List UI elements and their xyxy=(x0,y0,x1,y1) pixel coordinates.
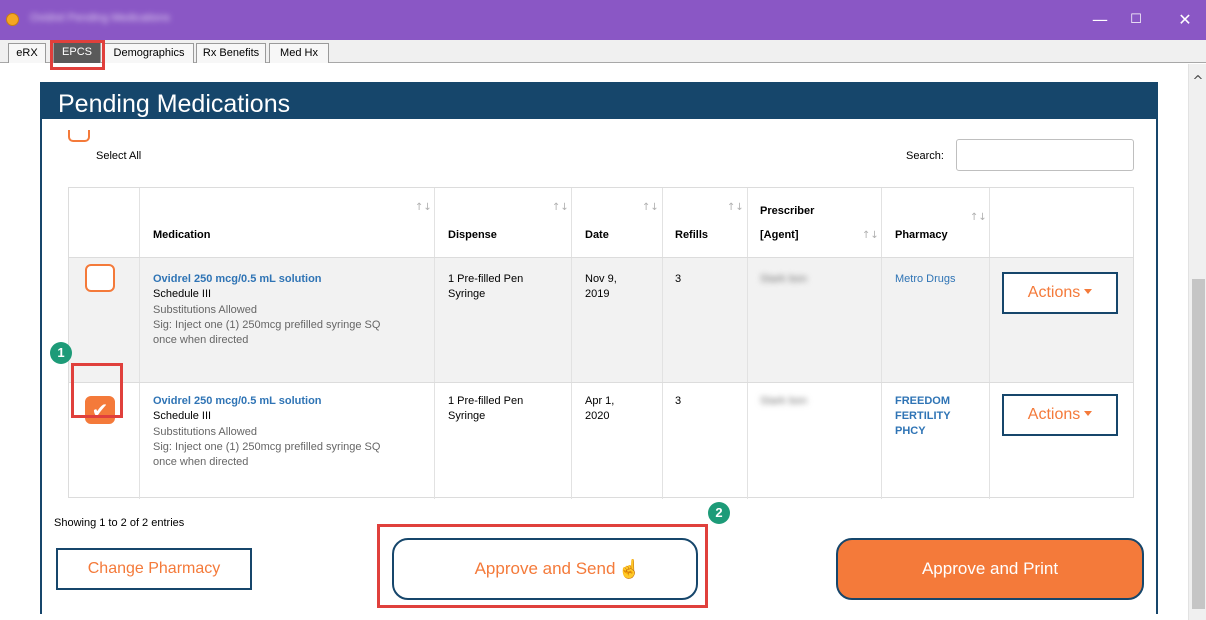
header-pharmacy[interactable]: Pharmacy xyxy=(895,228,948,242)
dispense-text: 1 Pre-filled Pen xyxy=(448,273,524,285)
sort-icon[interactable]: ↑↓ xyxy=(862,230,879,241)
medication-name-link[interactable]: Ovidrel 250 mcg/0.5 mL solution xyxy=(153,394,322,409)
actions-button[interactable]: Actions xyxy=(1002,394,1118,436)
header-dispense[interactable]: Dispense xyxy=(448,228,497,242)
sort-icon[interactable]: ↑↓ xyxy=(415,202,432,213)
refills-text: 3 xyxy=(675,273,682,285)
pharmacy-link[interactable]: FREEDOM xyxy=(895,394,950,409)
sig-text-cont: once when directed xyxy=(153,456,249,468)
header-date[interactable]: Date xyxy=(585,228,609,242)
change-pharmacy-button[interactable]: Change Pharmacy xyxy=(56,548,252,590)
date-text: Nov 9, xyxy=(585,273,617,285)
window-title: Ovidrel Pending Medications xyxy=(30,12,171,24)
medications-table: Medication ↑↓ Dispense ↑↓ Date ↑↓ Refill… xyxy=(68,187,1134,499)
date-text-year: 2020 xyxy=(585,410,610,422)
maximize-icon[interactable]: ☐ xyxy=(1126,10,1146,30)
close-icon[interactable]: ✕ xyxy=(1175,10,1195,30)
caret-down-icon xyxy=(1084,288,1093,294)
panel-title: Pending Medications xyxy=(42,84,1156,119)
header-prescriber[interactable]: Prescriber xyxy=(760,204,814,218)
window-titlebar: Ovidrel Pending Medications — ☐ ✕ xyxy=(0,0,1206,40)
dispense-text-cont: Syringe xyxy=(448,410,486,422)
substitutions-text: Substitutions Allowed xyxy=(153,304,257,316)
scroll-thumb[interactable] xyxy=(1192,279,1205,609)
actions-label: Actions xyxy=(1027,284,1081,301)
schedule-text: Schedule III xyxy=(153,288,212,300)
tab-demographics[interactable]: Demographics xyxy=(104,43,194,63)
prescriber-text: Stark bon xyxy=(760,395,808,407)
sig-text-cont: once when directed xyxy=(153,334,249,346)
pharmacy-link[interactable]: Metro Drugs xyxy=(895,272,956,287)
caret-down-icon xyxy=(1084,410,1093,416)
medication-name-link[interactable]: Ovidrel 250 mcg/0.5 mL solution xyxy=(153,272,322,287)
tab-strip: eRX EPCS Demographics Rx Benefits Med Hx xyxy=(0,40,1206,63)
sig-text: Sig: Inject one (1) 250mcg prefilled syr… xyxy=(153,441,381,453)
substitutions-text: Substitutions Allowed xyxy=(153,426,257,438)
tab-erx[interactable]: eRX xyxy=(8,43,46,63)
refills-text: 3 xyxy=(675,395,682,407)
entries-info: Showing 1 to 2 of 2 entries xyxy=(54,517,185,529)
vertical-scrollbar[interactable]: ^ xyxy=(1188,64,1206,620)
row-checkbox[interactable] xyxy=(85,264,115,292)
pharmacy-link-cont[interactable]: PHCY xyxy=(895,424,926,439)
step-marker-2: 2 xyxy=(708,502,730,524)
sort-icon[interactable]: ↑↓ xyxy=(552,202,569,213)
header-medication[interactable]: Medication xyxy=(153,228,210,242)
dispense-text-cont: Syringe xyxy=(448,288,486,300)
dispense-text: 1 Pre-filled Pen xyxy=(448,395,524,407)
select-all-checkbox[interactable] xyxy=(68,130,90,142)
sig-text: Sig: Inject one (1) 250mcg prefilled syr… xyxy=(153,319,381,331)
sort-icon[interactable]: ↑↓ xyxy=(727,202,744,213)
sort-icon[interactable]: ↑↓ xyxy=(642,202,659,213)
approve-send-callout xyxy=(377,524,708,608)
search-label: Search: xyxy=(906,150,944,162)
sort-icon[interactable]: ↑↓ xyxy=(970,212,987,223)
actions-label: Actions xyxy=(1027,406,1081,423)
tab-rx-benefits[interactable]: Rx Benefits xyxy=(196,43,266,63)
date-text: Apr 1, xyxy=(585,395,615,407)
app-icon xyxy=(6,13,19,26)
pharmacy-link-cont[interactable]: FERTILITY xyxy=(895,409,951,424)
approve-and-print-button[interactable]: Approve and Print xyxy=(836,538,1144,600)
search-input[interactable] xyxy=(956,139,1134,171)
schedule-text: Schedule III xyxy=(153,410,212,422)
select-all-label: Select All xyxy=(96,150,142,162)
actions-button[interactable]: Actions xyxy=(1002,272,1118,314)
epcs-tab-callout xyxy=(50,40,105,70)
tab-med-hx[interactable]: Med Hx xyxy=(269,43,329,63)
date-text-year: 2019 xyxy=(585,288,610,300)
header-prescriber-agent[interactable]: [Agent] xyxy=(760,228,799,242)
scroll-up-icon[interactable]: ^ xyxy=(1189,74,1206,90)
header-refills[interactable]: Refills xyxy=(675,228,708,242)
prescriber-text: Stark bon xyxy=(760,273,808,285)
checkbox-callout xyxy=(71,363,123,418)
step-marker-1: 1 xyxy=(50,342,72,364)
minimize-icon[interactable]: — xyxy=(1090,10,1110,30)
